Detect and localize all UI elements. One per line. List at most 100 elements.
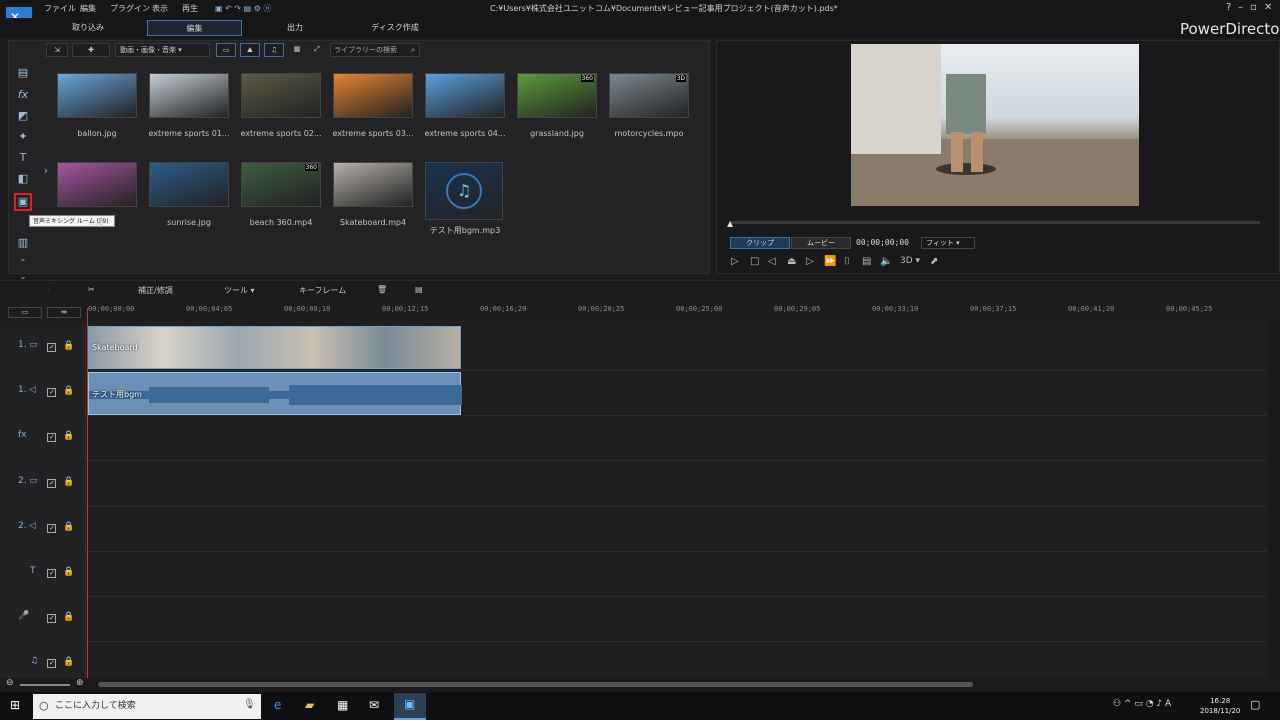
- video-filter-icon[interactable]: ▭: [216, 43, 236, 57]
- seek-handle-icon[interactable]: ▲: [727, 219, 733, 228]
- timecode[interactable]: 00;00;00;00: [856, 238, 909, 247]
- undock-icon[interactable]: ⬈: [930, 256, 938, 267]
- lock-icon[interactable]: 🔒: [63, 612, 74, 622]
- lock-icon[interactable]: 🔒: [63, 657, 74, 667]
- taskbar-clock[interactable]: 16:28 2018/11/20: [1200, 696, 1240, 716]
- track-enable-checkbox[interactable]: ✓: [47, 569, 56, 578]
- clip-mode-button[interactable]: クリップ: [730, 237, 790, 249]
- effect-room-icon[interactable]: fx: [16, 88, 30, 102]
- prev-frame-icon[interactable]: ◁: [768, 256, 776, 267]
- transition-room-icon[interactable]: ◧: [16, 172, 30, 186]
- track-enable-checkbox[interactable]: ✓: [47, 523, 56, 533]
- keyframe-button[interactable]: キーフレーム: [299, 285, 346, 296]
- track-enable-checkbox[interactable]: ✓: [47, 659, 56, 669]
- library-thumb[interactable]: [57, 73, 137, 118]
- library-thumb[interactable]: ♫: [425, 162, 503, 220]
- library-thumb[interactable]: [333, 73, 413, 118]
- vertical-scrollbar[interactable]: [1268, 321, 1280, 678]
- microphone-icon[interactable]: 🎙: [243, 699, 256, 710]
- scroll-arrows-icon[interactable]: ⌃ ⌄: [16, 256, 30, 281]
- import-icon[interactable]: ⇲: [46, 43, 68, 57]
- split-icon[interactable]: ⫶: [48, 285, 50, 295]
- particle-room-icon[interactable]: ✦: [16, 130, 30, 144]
- subtitle-icon[interactable]: ▤: [862, 256, 871, 267]
- media-filter-select[interactable]: 動画・画像・音楽 ▾: [115, 43, 210, 57]
- lock-icon[interactable]: 🔒: [63, 386, 74, 396]
- explorer-icon[interactable]: ▰: [305, 698, 314, 712]
- menu-view[interactable]: 表示: [152, 3, 168, 14]
- windows-start-icon[interactable]: ⊞: [10, 698, 20, 712]
- zoom-in-icon[interactable]: ⊕: [76, 678, 84, 688]
- image-filter-icon[interactable]: ⛰: [240, 43, 260, 57]
- library-search-input[interactable]: ライブラリーの検索 ⌕: [330, 43, 420, 57]
- powerdirector-taskbar-icon[interactable]: ▣: [394, 693, 426, 720]
- track-enable-checkbox[interactable]: ✓: [47, 343, 56, 352]
- grid-view-icon[interactable]: ▦: [289, 43, 305, 57]
- lock-icon[interactable]: 🔒: [63, 567, 74, 577]
- mark-icon[interactable]: ⏏: [787, 256, 796, 267]
- tab-output[interactable]: 出力: [255, 20, 335, 36]
- menu-file[interactable]: ファイル: [44, 3, 76, 14]
- expand-panel-icon[interactable]: ›: [42, 164, 50, 178]
- music-filter-icon[interactable]: ♫: [264, 43, 284, 57]
- tab-disc[interactable]: ディスク作成: [350, 20, 440, 36]
- track-view-icon[interactable]: ▭: [8, 307, 42, 318]
- movie-mode-button[interactable]: ムービー: [791, 237, 851, 249]
- plugin-icon[interactable]: ✚: [72, 43, 110, 57]
- help-icon[interactable]: ?: [1226, 2, 1231, 13]
- next-frame-icon[interactable]: ▷: [806, 256, 814, 267]
- tab-import[interactable]: 取り込み: [48, 20, 128, 36]
- volume-icon[interactable]: 🔈: [880, 256, 892, 267]
- expand-icon[interactable]: ⤢: [309, 43, 325, 57]
- title-room-icon[interactable]: T: [16, 151, 30, 165]
- fit-select[interactable]: フィット ▾: [921, 237, 975, 249]
- library-thumb[interactable]: [333, 162, 413, 207]
- library-thumb[interactable]: [57, 162, 137, 207]
- play-icon[interactable]: ▷: [731, 256, 739, 267]
- chapter-room-icon[interactable]: ▥: [16, 236, 30, 250]
- audio-mixing-room-icon[interactable]: ▣: [14, 193, 32, 211]
- library-thumb[interactable]: 360: [517, 73, 597, 118]
- lock-icon[interactable]: 🔒: [63, 341, 74, 351]
- tray-icons[interactable]: ⚇ ^ ▭ ◔ ♪ A: [1113, 699, 1171, 709]
- pip-room-icon[interactable]: ◩: [16, 109, 30, 123]
- playhead[interactable]: [87, 308, 88, 678]
- stop-icon[interactable]: □: [750, 256, 759, 267]
- taskbar-search[interactable]: ここに入力して検索: [33, 694, 261, 719]
- audio-clip[interactable]: テスト用bgm: [88, 372, 462, 415]
- library-thumb[interactable]: [149, 162, 229, 207]
- horizontal-scrollbar[interactable]: [98, 682, 973, 687]
- menu-playback[interactable]: 再生: [182, 3, 198, 14]
- minimize-icon[interactable]: –: [1238, 2, 1243, 13]
- mail-icon[interactable]: ✉: [369, 698, 379, 712]
- fit-timeline-icon[interactable]: ⇹: [47, 307, 81, 318]
- zoom-slider[interactable]: [20, 684, 70, 686]
- library-thumb[interactable]: 3D: [609, 73, 689, 118]
- menu-edit[interactable]: 編集: [80, 3, 96, 14]
- scissors-icon[interactable]: ✂: [88, 285, 95, 294]
- tools-button[interactable]: ツール ▾: [224, 285, 255, 296]
- library-thumb[interactable]: [425, 73, 505, 118]
- library-thumb[interactable]: 360: [241, 162, 321, 207]
- video-clip[interactable]: Skateboard: [88, 326, 461, 369]
- lock-icon[interactable]: 🔒: [63, 431, 74, 441]
- store-icon[interactable]: ▦: [337, 698, 348, 712]
- menu-plugin[interactable]: プラグイン: [110, 3, 150, 14]
- fix-enhance-button[interactable]: 補正/修調: [138, 285, 173, 296]
- clip-attr-icon[interactable]: ▤: [415, 285, 423, 294]
- media-room-icon[interactable]: ▤: [16, 66, 30, 80]
- toolbar-icons[interactable]: ▣ ↶ ↷ ▤ ⚙ ⓞ: [215, 3, 271, 14]
- snapshot-icon[interactable]: ⌷: [844, 256, 850, 267]
- tab-edit[interactable]: 編集: [147, 20, 242, 36]
- trash-icon[interactable]: 🗑: [377, 285, 387, 294]
- edge-icon[interactable]: e: [274, 698, 281, 712]
- library-thumb[interactable]: [149, 73, 229, 118]
- lock-icon[interactable]: 🔒: [63, 522, 74, 532]
- library-thumb[interactable]: [241, 73, 321, 118]
- lock-icon[interactable]: 🔒: [63, 477, 74, 487]
- three-d-toggle[interactable]: 3D ▾: [900, 256, 920, 266]
- track-enable-checkbox[interactable]: ✓: [47, 478, 56, 488]
- zoom-out-icon[interactable]: ⊖: [6, 678, 14, 688]
- track-enable-checkbox[interactable]: ✓: [47, 433, 56, 443]
- notification-icon[interactable]: ▢: [1250, 698, 1260, 711]
